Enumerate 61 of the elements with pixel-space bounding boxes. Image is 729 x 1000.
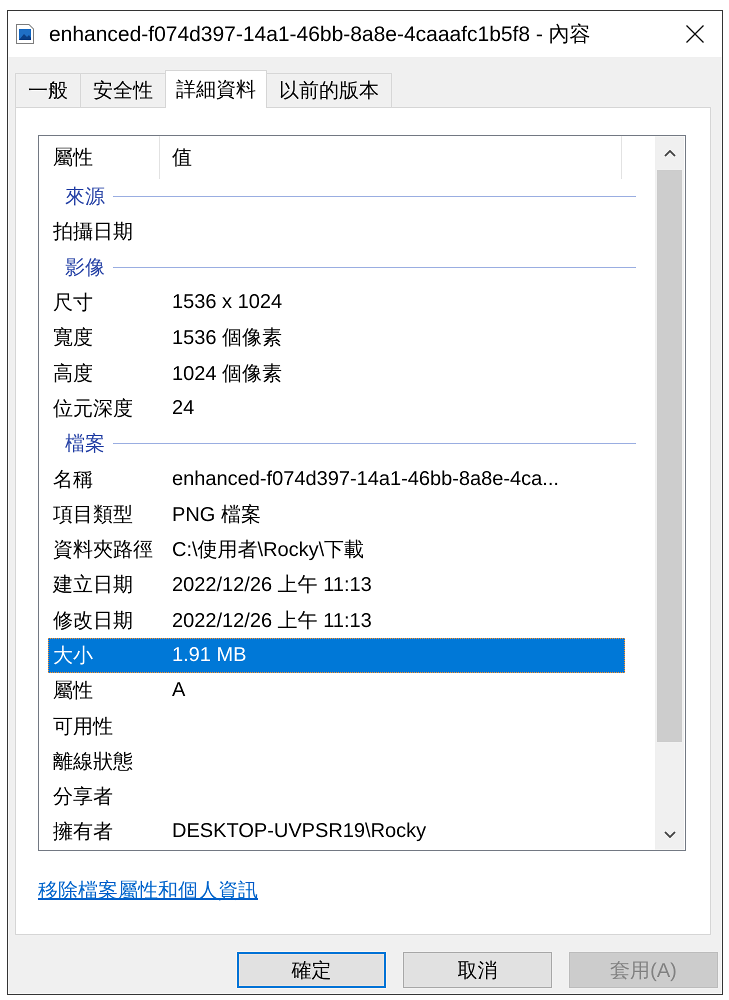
property-value: C:\使用者\Rocky\下載 bbox=[171, 538, 364, 564]
property-name: 離線狀態 bbox=[52, 750, 134, 775]
property-value: 2022/12/26 上午 11:13 bbox=[171, 608, 372, 634]
property-value: 1024 個像素 bbox=[171, 362, 282, 387]
property-row[interactable]: 修改日期 2022/12/26 上午 11:13 bbox=[48, 602, 625, 638]
property-row[interactable]: 屬性 A bbox=[48, 673, 625, 708]
image-file-icon bbox=[16, 24, 34, 44]
remove-properties-link[interactable]: 移除檔案屬性和個人資訊 bbox=[38, 876, 258, 904]
property-value: A bbox=[171, 679, 186, 702]
property-name: 分享者 bbox=[52, 785, 114, 810]
group-label: 檔案 bbox=[64, 432, 106, 458]
property-row[interactable]: 分享者 bbox=[48, 779, 625, 814]
property-value: 1536 x 1024 bbox=[171, 291, 282, 314]
property-name: 可用性 bbox=[52, 714, 114, 740]
column-header[interactable]: 值 bbox=[160, 136, 622, 179]
property-name: 名稱 bbox=[52, 468, 94, 493]
property-row[interactable]: 拍攝日期 bbox=[48, 214, 625, 250]
property-row[interactable]: 名稱 enhanced-f074d397-14a1-46bb-8a8e-4ca... bbox=[48, 461, 625, 497]
property-name: 高度 bbox=[52, 362, 94, 387]
property-name: 修改日期 bbox=[52, 608, 134, 634]
property-row[interactable]: 項目類型 PNG 檔案 bbox=[48, 496, 625, 532]
property-row[interactable]: 資料夾路徑 C:\使用者\Rocky\下載 bbox=[48, 532, 625, 568]
property-row[interactable]: 離線狀態 bbox=[48, 744, 625, 780]
group-label: 影像 bbox=[64, 256, 106, 281]
property-name: 位元深度 bbox=[52, 396, 134, 422]
property-row[interactable]: 建立日期 2022/12/26 上午 11:13 bbox=[48, 567, 625, 603]
property-row[interactable]: 擁有者 DESKTOP-UVPSR19\Rocky bbox=[48, 814, 625, 850]
property-value: 1536 個像素 bbox=[171, 326, 282, 352]
window-title: enhanced-f074d397-14a1-46bb-8a8e-4caaafc1b5f8 - 內容 bbox=[49, 22, 592, 48]
property-name: 尺寸 bbox=[52, 291, 94, 316]
property-value: PNG 檔案 bbox=[171, 502, 261, 528]
property-name: 資料夾路徑 bbox=[52, 538, 154, 564]
property-row[interactable]: 位元深度 24 bbox=[48, 390, 625, 426]
property-row[interactable]: 寬度 1536 個像素 bbox=[48, 320, 625, 356]
property-name: 寬度 bbox=[52, 326, 94, 352]
chevron-down-icon bbox=[664, 831, 676, 838]
property-name: 拍攝日期 bbox=[52, 220, 134, 246]
group-label: 來源 bbox=[64, 185, 106, 210]
property-row[interactable]: 可用性 bbox=[48, 708, 625, 744]
close-icon bbox=[686, 25, 704, 43]
property-value: 24 bbox=[171, 396, 194, 420]
scrollbar-thumb[interactable] bbox=[657, 170, 682, 742]
property-name: 擁有者 bbox=[52, 820, 114, 846]
property-row[interactable]: 大小 1.91 MB bbox=[48, 638, 625, 674]
property-value: 2022/12/26 上午 11:13 bbox=[171, 573, 372, 598]
tab[interactable]: 詳細資料 bbox=[165, 70, 267, 108]
property-value: 1.91 MB bbox=[171, 644, 246, 667]
property-row[interactable]: 高度 1024 個像素 bbox=[48, 355, 625, 391]
property-row[interactable]: 尺寸 1536 x 1024 bbox=[48, 284, 625, 320]
column-header[interactable]: 屬性 bbox=[39, 136, 160, 179]
chevron-up-icon bbox=[664, 150, 676, 156]
tab[interactable]: 以前的版本 bbox=[266, 73, 392, 107]
property-name: 項目類型 bbox=[52, 502, 134, 528]
property-name: 建立日期 bbox=[52, 573, 134, 598]
property-value: enhanced-f074d397-14a1-46bb-8a8e-4ca... bbox=[171, 468, 559, 491]
tab[interactable]: 一般 bbox=[15, 73, 81, 107]
dialog-button[interactable]: 取消 bbox=[403, 952, 552, 988]
property-value: DESKTOP-UVPSR19\Rocky bbox=[171, 820, 426, 844]
property-name: 屬性 bbox=[52, 679, 94, 704]
dialog-button[interactable]: 確定 bbox=[237, 952, 386, 988]
property-name: 大小 bbox=[52, 644, 94, 669]
